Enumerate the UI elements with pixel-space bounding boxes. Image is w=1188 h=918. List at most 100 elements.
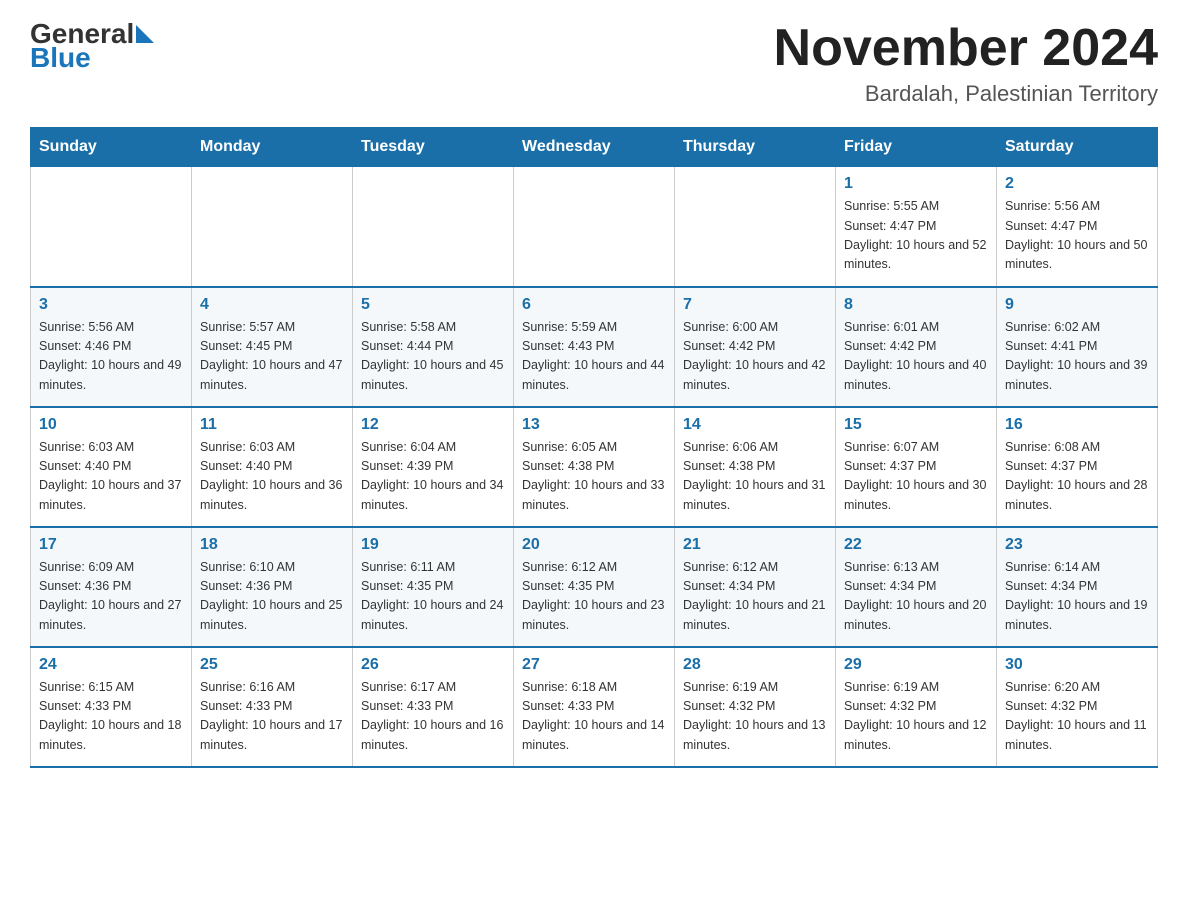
day-info: Sunrise: 6:06 AM Sunset: 4:38 PM Dayligh… <box>683 438 827 516</box>
day-number: 8 <box>844 296 988 314</box>
page-header: General Blue November 2024 Bardalah, Pal… <box>30 20 1158 107</box>
day-cell: 25Sunrise: 6:16 AM Sunset: 4:33 PM Dayli… <box>192 647 353 767</box>
day-number: 1 <box>844 175 988 193</box>
day-number: 7 <box>683 296 827 314</box>
day-cell: 18 Sunrise: 6:10 AM Sunset: 4:36 PM Dayli… <box>192 527 353 647</box>
header-friday: Friday <box>836 128 997 167</box>
day-cell: 24 Sunrise: 6:15 AM Sunset: 4:33 PM Dayli… <box>31 647 192 767</box>
day-cell <box>192 167 353 287</box>
week-row-5: 24 Sunrise: 6:15 AM Sunset: 4:33 PM Dayli… <box>31 647 1158 767</box>
day-number: 23 <box>1005 536 1149 554</box>
day-number: 27 <box>522 656 666 674</box>
day-cell: 5Sunrise: 5:58 AM Sunset: 4:44 PM Daylig… <box>353 287 514 407</box>
day-number: 3 <box>39 296 183 314</box>
day-cell: 12 Sunrise: 6:04 AM Sunset: 4:39 PM Dayli… <box>353 407 514 527</box>
week-row-2: 3 Sunrise: 5:56 AM Sunset: 4:46 PM Daylig… <box>31 287 1158 407</box>
day-info: Sunrise: 6:12 AM Sunset: 4:34 PM Dayligh… <box>683 558 827 636</box>
day-info: Sunrise: 6:00 AM Sunset: 4:42 PM Dayligh… <box>683 318 827 396</box>
day-number: 2 <box>1005 175 1149 193</box>
day-cell: 20 Sunrise: 6:12 AM Sunset: 4:35 PM Dayli… <box>514 527 675 647</box>
day-cell <box>675 167 836 287</box>
day-info: Sunrise: 6:04 AM Sunset: 4:39 PM Dayligh… <box>361 438 505 516</box>
calendar-body: 1 Sunrise: 5:55 AM Sunset: 4:47 PM Daylig… <box>31 167 1158 767</box>
day-info: Sunrise: 6:19 AM Sunset: 4:32 PM Dayligh… <box>683 678 827 756</box>
day-info: Sunrise: 6:18 AM Sunset: 4:33 PM Dayligh… <box>522 678 666 756</box>
day-info: Sunrise: 5:56 AM Sunset: 4:47 PM Dayligh… <box>1005 197 1149 275</box>
day-cell <box>353 167 514 287</box>
day-number: 15 <box>844 416 988 434</box>
title-block: November 2024 Bardalah, Palestinian Terr… <box>774 20 1158 107</box>
day-number: 20 <box>522 536 666 554</box>
day-info: Sunrise: 6:08 AM Sunset: 4:37 PM Dayligh… <box>1005 438 1149 516</box>
day-info: Sunrise: 5:59 AM Sunset: 4:43 PM Dayligh… <box>522 318 666 396</box>
logo: General Blue <box>30 20 154 72</box>
day-cell <box>31 167 192 287</box>
day-cell: 2 Sunrise: 5:56 AM Sunset: 4:47 PM Daylig… <box>997 167 1158 287</box>
day-number: 28 <box>683 656 827 674</box>
day-cell: 17Sunrise: 6:09 AM Sunset: 4:36 PM Dayli… <box>31 527 192 647</box>
day-cell: 11Sunrise: 6:03 AM Sunset: 4:40 PM Dayli… <box>192 407 353 527</box>
header-sunday: Sunday <box>31 128 192 167</box>
day-number: 11 <box>200 416 344 434</box>
day-cell: 23 Sunrise: 6:14 AM Sunset: 4:34 PM Dayli… <box>997 527 1158 647</box>
day-cell: 16 Sunrise: 6:08 AM Sunset: 4:37 PM Dayli… <box>997 407 1158 527</box>
day-number: 30 <box>1005 656 1149 674</box>
week-row-4: 17Sunrise: 6:09 AM Sunset: 4:36 PM Dayli… <box>31 527 1158 647</box>
day-cell: 4 Sunrise: 5:57 AM Sunset: 4:45 PM Daylig… <box>192 287 353 407</box>
day-cell: 1 Sunrise: 5:55 AM Sunset: 4:47 PM Daylig… <box>836 167 997 287</box>
day-info: Sunrise: 6:20 AM Sunset: 4:32 PM Dayligh… <box>1005 678 1149 756</box>
logo-blue-text: Blue <box>30 44 154 72</box>
day-number: 6 <box>522 296 666 314</box>
day-number: 21 <box>683 536 827 554</box>
day-info: Sunrise: 6:09 AM Sunset: 4:36 PM Dayligh… <box>39 558 183 636</box>
day-info: Sunrise: 5:58 AM Sunset: 4:44 PM Dayligh… <box>361 318 505 396</box>
header-wednesday: Wednesday <box>514 128 675 167</box>
day-cell: 13 Sunrise: 6:05 AM Sunset: 4:38 PM Dayli… <box>514 407 675 527</box>
calendar-header: Sunday Monday Tuesday Wednesday Thursday… <box>31 128 1158 167</box>
day-info: Sunrise: 5:55 AM Sunset: 4:47 PM Dayligh… <box>844 197 988 275</box>
calendar-title: November 2024 <box>774 20 1158 77</box>
calendar-table: Sunday Monday Tuesday Wednesday Thursday… <box>30 127 1158 768</box>
day-number: 24 <box>39 656 183 674</box>
day-number: 16 <box>1005 416 1149 434</box>
header-monday: Monday <box>192 128 353 167</box>
day-number: 14 <box>683 416 827 434</box>
day-cell: 28 Sunrise: 6:19 AM Sunset: 4:32 PM Dayli… <box>675 647 836 767</box>
calendar-subtitle: Bardalah, Palestinian Territory <box>774 81 1158 107</box>
day-info: Sunrise: 5:56 AM Sunset: 4:46 PM Dayligh… <box>39 318 183 396</box>
header-row: Sunday Monday Tuesday Wednesday Thursday… <box>31 128 1158 167</box>
day-info: Sunrise: 6:15 AM Sunset: 4:33 PM Dayligh… <box>39 678 183 756</box>
day-cell: 7 Sunrise: 6:00 AM Sunset: 4:42 PM Daylig… <box>675 287 836 407</box>
day-number: 13 <box>522 416 666 434</box>
day-number: 4 <box>200 296 344 314</box>
day-cell: 14 Sunrise: 6:06 AM Sunset: 4:38 PM Dayli… <box>675 407 836 527</box>
week-row-3: 10Sunrise: 6:03 AM Sunset: 4:40 PM Dayli… <box>31 407 1158 527</box>
day-cell: 19Sunrise: 6:11 AM Sunset: 4:35 PM Dayli… <box>353 527 514 647</box>
day-cell: 6 Sunrise: 5:59 AM Sunset: 4:43 PM Daylig… <box>514 287 675 407</box>
day-info: Sunrise: 6:16 AM Sunset: 4:33 PM Dayligh… <box>200 678 344 756</box>
day-info: Sunrise: 6:02 AM Sunset: 4:41 PM Dayligh… <box>1005 318 1149 396</box>
day-info: Sunrise: 6:07 AM Sunset: 4:37 PM Dayligh… <box>844 438 988 516</box>
day-cell: 9 Sunrise: 6:02 AM Sunset: 4:41 PM Daylig… <box>997 287 1158 407</box>
logo-triangle-icon <box>136 25 154 43</box>
day-info: Sunrise: 6:10 AM Sunset: 4:36 PM Dayligh… <box>200 558 344 636</box>
week-row-1: 1 Sunrise: 5:55 AM Sunset: 4:47 PM Daylig… <box>31 167 1158 287</box>
day-number: 12 <box>361 416 505 434</box>
day-number: 9 <box>1005 296 1149 314</box>
day-info: Sunrise: 6:14 AM Sunset: 4:34 PM Dayligh… <box>1005 558 1149 636</box>
day-info: Sunrise: 6:03 AM Sunset: 4:40 PM Dayligh… <box>39 438 183 516</box>
day-cell: 3 Sunrise: 5:56 AM Sunset: 4:46 PM Daylig… <box>31 287 192 407</box>
day-info: Sunrise: 5:57 AM Sunset: 4:45 PM Dayligh… <box>200 318 344 396</box>
day-cell: 8Sunrise: 6:01 AM Sunset: 4:42 PM Daylig… <box>836 287 997 407</box>
day-info: Sunrise: 6:12 AM Sunset: 4:35 PM Dayligh… <box>522 558 666 636</box>
header-thursday: Thursday <box>675 128 836 167</box>
day-cell: 30 Sunrise: 6:20 AM Sunset: 4:32 PM Dayli… <box>997 647 1158 767</box>
day-info: Sunrise: 6:19 AM Sunset: 4:32 PM Dayligh… <box>844 678 988 756</box>
day-number: 22 <box>844 536 988 554</box>
day-cell: 26Sunrise: 6:17 AM Sunset: 4:33 PM Dayli… <box>353 647 514 767</box>
day-number: 18 <box>200 536 344 554</box>
day-info: Sunrise: 6:05 AM Sunset: 4:38 PM Dayligh… <box>522 438 666 516</box>
day-cell <box>514 167 675 287</box>
day-cell: 21 Sunrise: 6:12 AM Sunset: 4:34 PM Dayli… <box>675 527 836 647</box>
day-cell: 29Sunrise: 6:19 AM Sunset: 4:32 PM Dayli… <box>836 647 997 767</box>
